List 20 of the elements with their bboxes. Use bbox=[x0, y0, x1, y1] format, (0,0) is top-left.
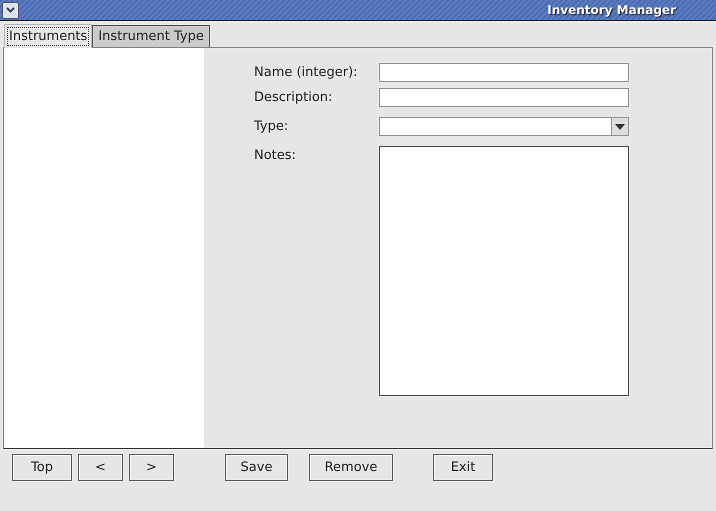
field-label: Description: bbox=[254, 89, 334, 107]
input-field[interactable] bbox=[379, 88, 629, 107]
tab[interactable]: Instrument Type bbox=[92, 25, 210, 47]
toolbar-button[interactable]: Remove bbox=[309, 454, 393, 481]
toolbar-button[interactable]: Save bbox=[225, 454, 288, 481]
tab[interactable]: Instruments bbox=[4, 24, 92, 48]
field-label: Type: bbox=[254, 118, 290, 136]
window-title: Inventory Manager bbox=[547, 2, 676, 19]
toolbar-button[interactable]: Exit bbox=[433, 454, 493, 481]
window-menu-button[interactable] bbox=[2, 2, 19, 18]
field-label: Name (integer): bbox=[254, 64, 359, 82]
field-label: Notes: bbox=[254, 147, 297, 165]
toolbar-button[interactable]: Top bbox=[12, 454, 72, 481]
type-dropdown[interactable] bbox=[379, 117, 629, 136]
toolbar-button[interactable]: < bbox=[78, 454, 123, 481]
dropdown-arrow-icon bbox=[615, 124, 625, 130]
notes-field[interactable] bbox=[379, 146, 629, 396]
input-field[interactable] bbox=[379, 63, 629, 82]
chevron-down-icon bbox=[6, 7, 15, 13]
toolbar-button[interactable]: > bbox=[129, 454, 174, 481]
